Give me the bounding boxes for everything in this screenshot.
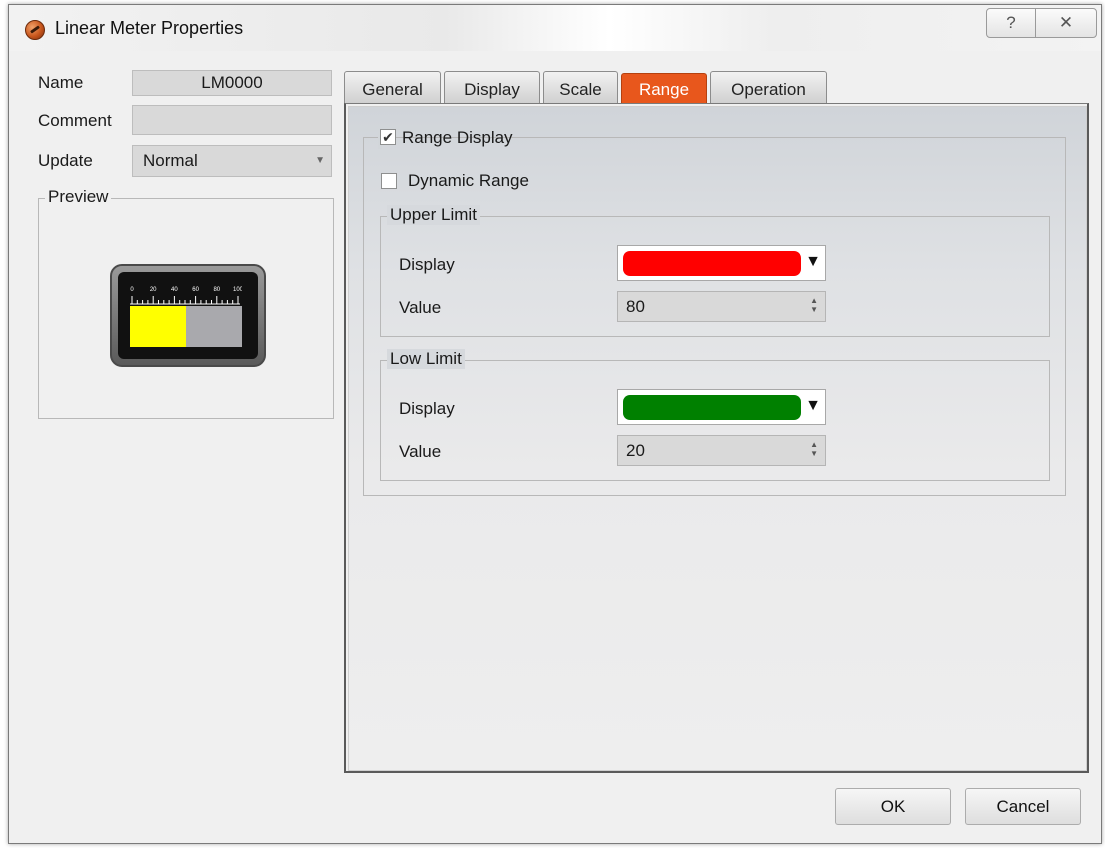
meter-scale: 0 20 40 60 80 100 [130, 287, 242, 305]
tab-operation[interactable]: Operation [710, 71, 827, 104]
low-color-swatch [623, 395, 801, 420]
upper-display-label: Display [399, 255, 455, 274]
chevron-down-icon: ▼ [805, 397, 821, 414]
upper-limit-group: Upper Limit Display ▼ Value 80 ▲ ▼ [380, 205, 1050, 337]
range-display-legend: ✔ Range Display [378, 127, 513, 149]
tab-display[interactable]: Display [444, 71, 540, 104]
update-select-value: Normal [143, 151, 198, 170]
app-icon [25, 20, 45, 40]
comment-label: Comment [38, 111, 112, 130]
tab-scale[interactable]: Scale [543, 71, 618, 104]
preview-group: Preview 0 20 40 60 80 100 [38, 187, 334, 419]
range-display-label: Range Display [402, 128, 513, 147]
upper-value-label: Value [399, 298, 442, 317]
window-title: Linear Meter Properties [55, 18, 244, 38]
low-value: 20 [626, 441, 645, 460]
tab-range[interactable]: Range [621, 73, 707, 106]
help-button[interactable]: ? [986, 8, 1036, 38]
dynamic-range-label: Dynamic Range [408, 171, 529, 190]
meter-scale-label: 60 [192, 287, 199, 293]
meter-scale-label: 80 [213, 287, 220, 293]
range-tab-panel: ✔ Range Display Dynamic Range Upper Limi… [344, 103, 1089, 773]
chevron-down-icon: ▼ [315, 155, 325, 166]
meter-face: 0 20 40 60 80 100 [118, 272, 258, 359]
name-label: Name [38, 73, 84, 92]
low-limit-group: Low Limit Display ▼ Value 20 ▲ ▼ [380, 349, 1050, 481]
upper-limit-title: Upper Limit [387, 205, 480, 225]
title-bar: Linear Meter Properties ? ✕ [9, 5, 1101, 51]
upper-color-select[interactable]: ▼ [617, 245, 826, 281]
upper-value: 80 [626, 297, 645, 316]
spin-arrows-icon[interactable]: ▲ ▼ [810, 296, 818, 314]
ok-button[interactable]: OK [835, 788, 951, 825]
low-value-label: Value [399, 442, 442, 461]
close-button[interactable]: ✕ [1035, 8, 1097, 38]
low-display-label: Display [399, 399, 455, 418]
tab-general[interactable]: General [344, 71, 441, 104]
upper-value-stepper[interactable]: 80 ▲ ▼ [617, 291, 826, 322]
linear-meter-properties-dialog: Linear Meter Properties ? ✕ Name LM0000 … [8, 4, 1102, 844]
meter-scale-label: 100 [233, 287, 242, 293]
name-field[interactable]: LM0000 [132, 70, 332, 96]
low-limit-title: Low Limit [387, 349, 465, 369]
range-tab-content: ✔ Range Display Dynamic Range Upper Limi… [348, 106, 1087, 771]
preview-label: Preview [45, 187, 112, 207]
chevron-down-icon: ▼ [805, 253, 821, 270]
comment-field[interactable] [132, 105, 332, 135]
range-display-group: ✔ Range Display Dynamic Range Upper Limi… [363, 127, 1066, 496]
meter-scale-label: 20 [150, 287, 157, 293]
meter-fill [130, 306, 186, 347]
upper-color-swatch [623, 251, 801, 276]
linear-meter-preview: 0 20 40 60 80 100 [110, 264, 266, 367]
dynamic-range-checkbox[interactable] [381, 173, 397, 189]
low-value-stepper[interactable]: 20 ▲ ▼ [617, 435, 826, 466]
range-display-checkbox[interactable]: ✔ [380, 129, 396, 145]
update-select[interactable]: Normal ▼ [132, 145, 332, 177]
update-label: Update [38, 151, 93, 170]
low-color-select[interactable]: ▼ [617, 389, 826, 425]
meter-scale-label: 0 [130, 287, 134, 293]
spin-arrows-icon[interactable]: ▲ ▼ [810, 440, 818, 458]
meter-scale-label: 40 [171, 287, 178, 293]
cancel-button[interactable]: Cancel [965, 788, 1081, 825]
meter-empty [186, 306, 242, 347]
